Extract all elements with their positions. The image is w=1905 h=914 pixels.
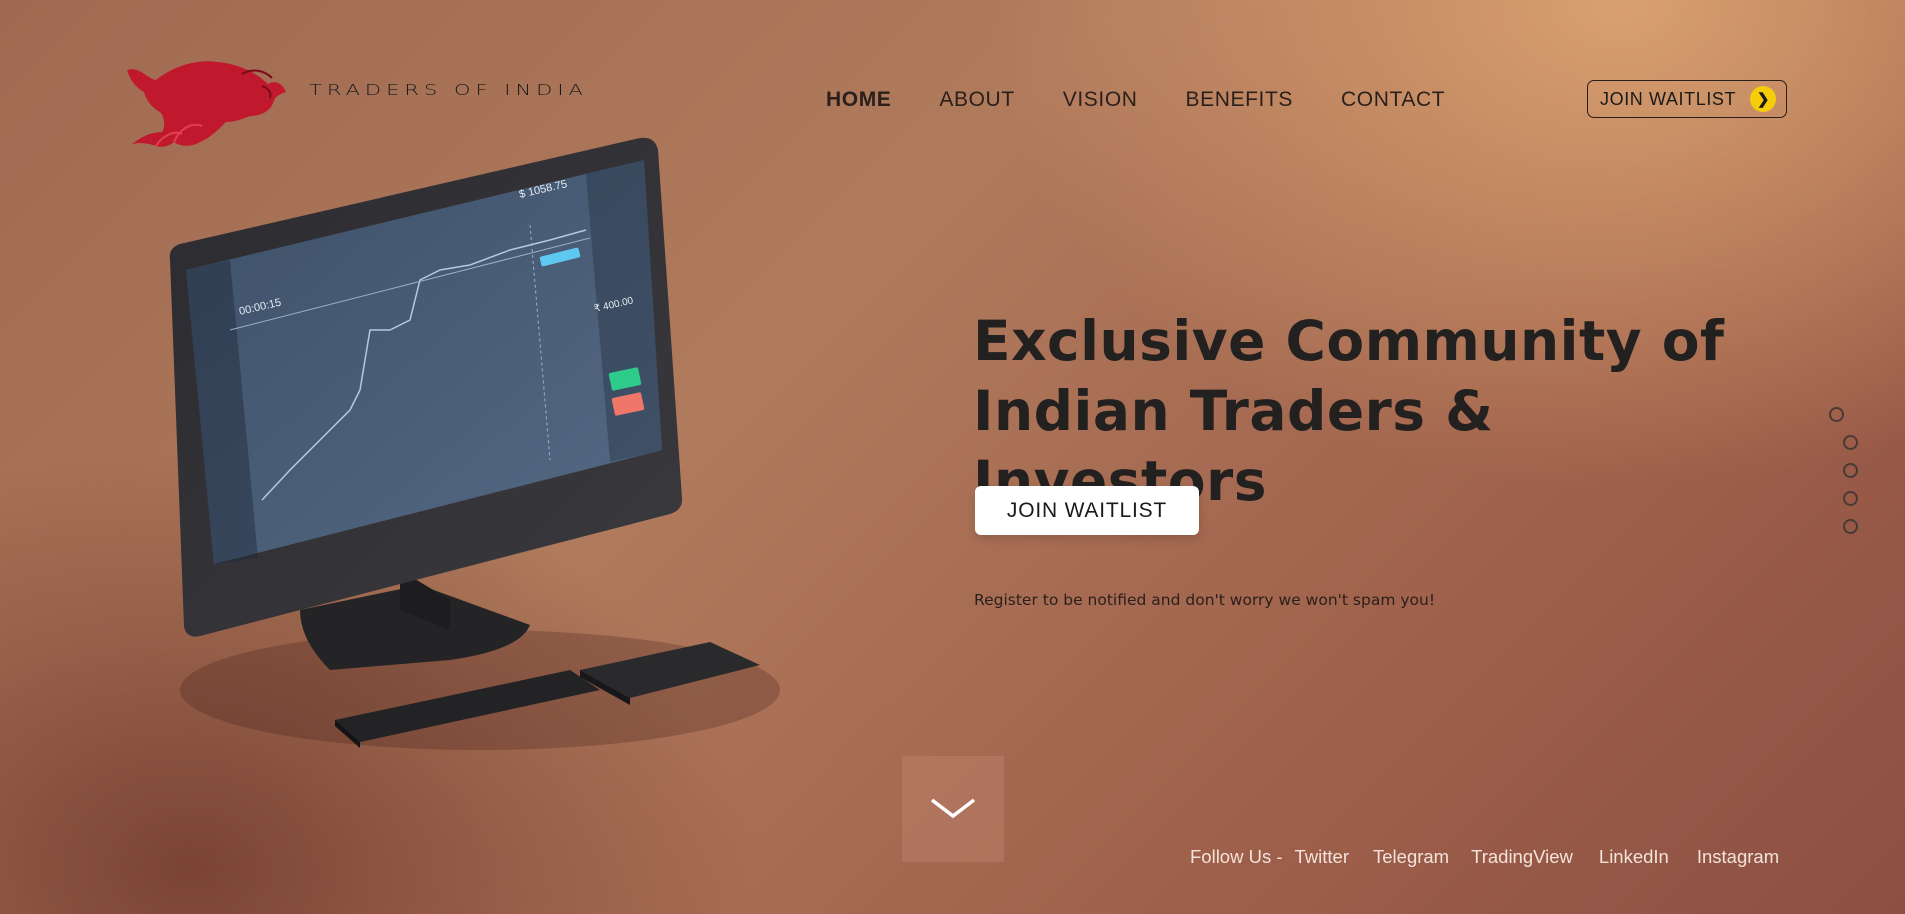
social-links: Follow Us - Twitter Telegram TradingView… — [1190, 846, 1779, 868]
chevron-right-icon: ❯ — [1750, 86, 1777, 112]
header-join-waitlist-label: JOIN WAITLIST — [1600, 88, 1737, 109]
section-dot-4[interactable] — [1843, 491, 1858, 506]
social-link-instagram[interactable]: Instagram — [1697, 846, 1779, 868]
section-dot-5[interactable] — [1843, 519, 1858, 534]
section-dot-2[interactable] — [1843, 435, 1858, 450]
hero-headline-line1: Exclusive Community of — [973, 309, 1725, 373]
scroll-down-button[interactable] — [902, 756, 1004, 862]
nav-item-contact[interactable]: CONTACT — [1341, 88, 1445, 112]
nav-item-benefits[interactable]: BENEFITS — [1186, 88, 1293, 112]
hero-join-waitlist-button[interactable]: JOIN WAITLIST — [975, 486, 1199, 535]
computer-illustration: $ 1058.75 00:00:15 ₹ 400.00 — [169, 137, 780, 750]
hero-headline: Exclusive Community of Indian Traders & … — [973, 306, 1753, 516]
section-dot-1[interactable] — [1829, 407, 1844, 422]
main-nav: HOME ABOUT VISION BENEFITS CONTACT — [826, 88, 1445, 112]
nav-item-vision[interactable]: VISION — [1063, 88, 1138, 112]
brand-name: TRADERS OF INDIA — [309, 81, 588, 99]
social-link-telegram[interactable]: Telegram — [1373, 846, 1449, 868]
social-link-linkedin[interactable]: LinkedIn — [1599, 846, 1669, 868]
chevron-down-icon — [930, 798, 976, 819]
nav-item-about[interactable]: ABOUT — [939, 88, 1014, 112]
section-dot-3[interactable] — [1843, 463, 1858, 478]
hero-section: TRADERS OF INDIA HOME ABOUT VISION BENEF… — [0, 0, 1905, 914]
social-link-tradingview[interactable]: TradingView — [1471, 846, 1573, 868]
hero-subtext: Register to be notified and don't worry … — [974, 591, 1436, 609]
header-join-waitlist-button[interactable]: JOIN WAITLIST ❯ — [1587, 80, 1787, 118]
follow-us-label: Follow Us - — [1190, 846, 1283, 867]
nav-item-home[interactable]: HOME — [826, 88, 891, 112]
social-link-twitter[interactable]: Twitter — [1295, 846, 1349, 868]
